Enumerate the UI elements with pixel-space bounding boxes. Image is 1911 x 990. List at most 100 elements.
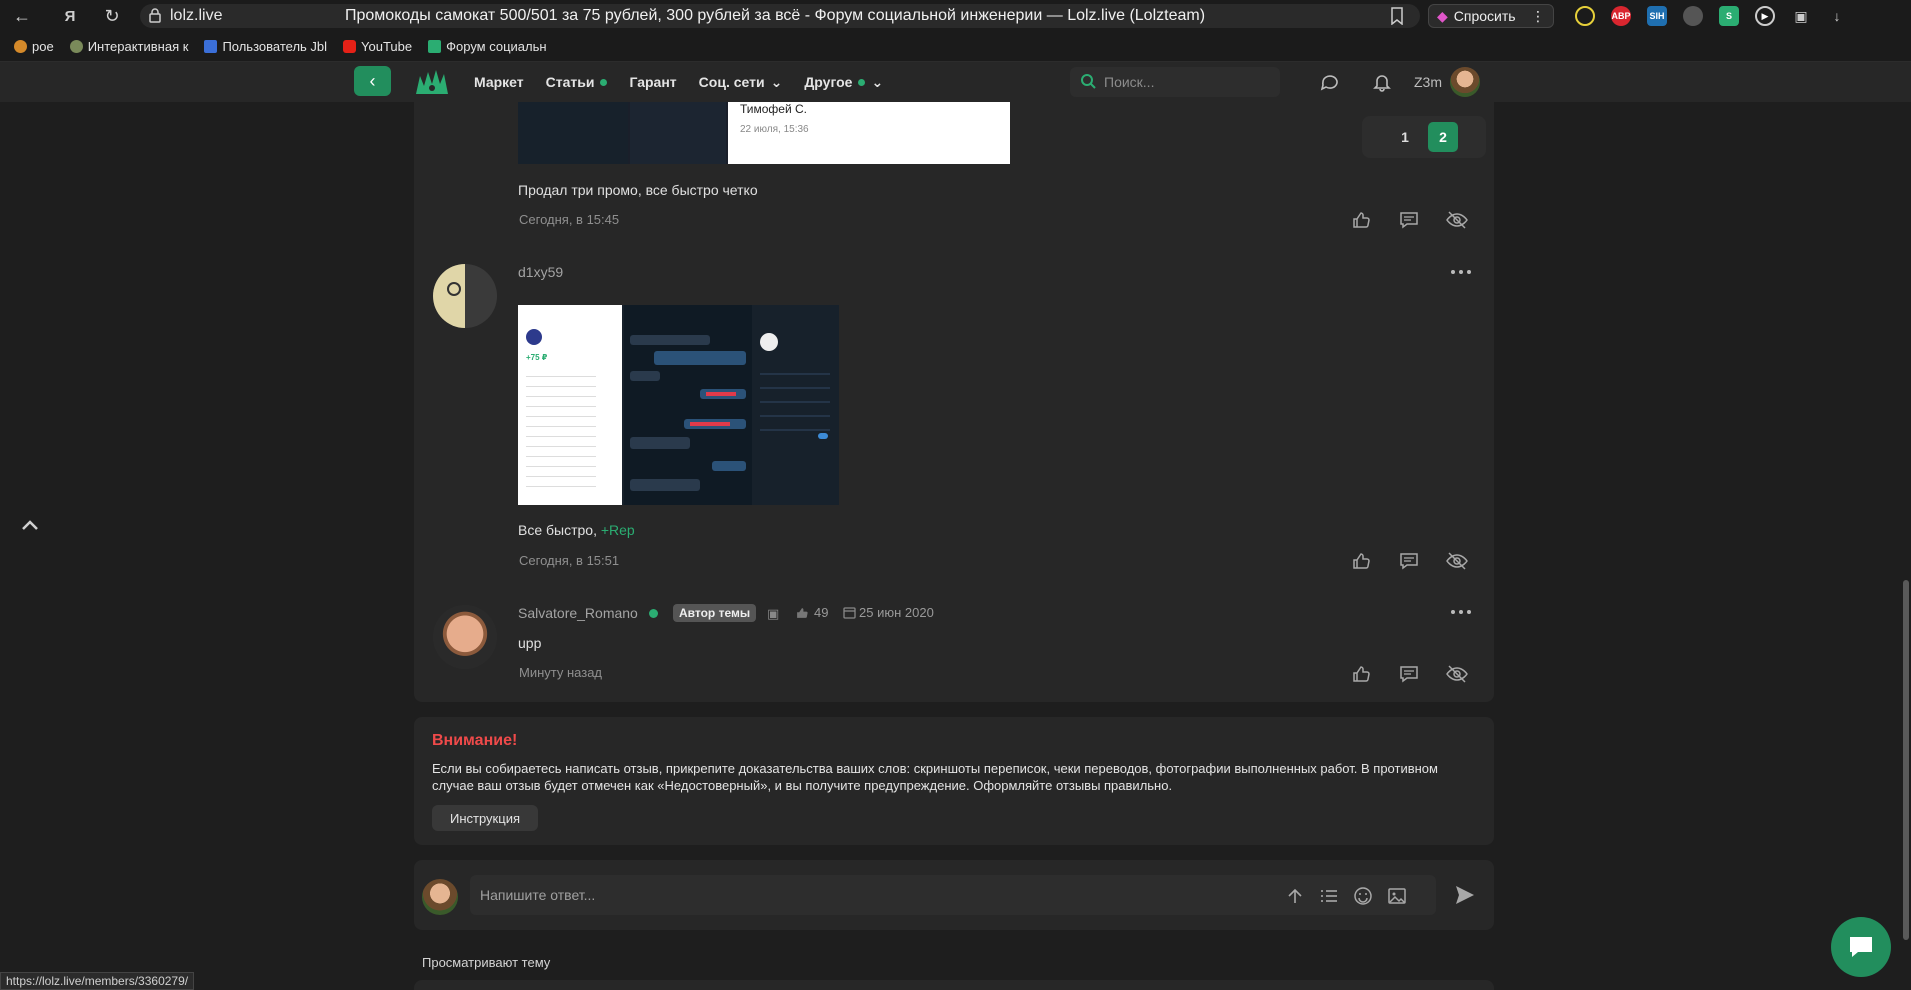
bookmark-interactive[interactable]: Интерактивная к: [69, 39, 189, 54]
address-bar[interactable]: lolz.live Промокоды самокат 500/501 за 7…: [140, 4, 1420, 28]
like-icon[interactable]: [1349, 549, 1373, 573]
avatar[interactable]: [1450, 67, 1480, 97]
lolz-logo[interactable]: [414, 68, 450, 96]
rep-link[interactable]: +Rep: [601, 522, 635, 538]
steam-icon[interactable]: [1683, 6, 1703, 26]
hide-icon[interactable]: [1445, 662, 1469, 686]
search-input[interactable]: Поиск...: [1070, 67, 1280, 97]
page-1-button[interactable]: 1: [1390, 122, 1420, 152]
reload-icon[interactable]: ↻: [96, 0, 128, 32]
chat-bubble: [654, 351, 746, 365]
image-caption-name: Тимофей С.: [740, 102, 808, 116]
bookmarks-bar: poe Интерактивная к Пользователь Jbl You…: [0, 32, 1911, 62]
post-date[interactable]: Сегодня, в 15:45: [519, 212, 619, 227]
bookmark-label: poe: [32, 39, 54, 54]
attention-text: Если вы собираетесь написать отзыв, прик…: [432, 761, 1438, 793]
post-attachment-image[interactable]: Тимофей С. 22 июля, 15:36: [518, 102, 1010, 164]
send-icon[interactable]: [1454, 884, 1478, 908]
smiley-icon[interactable]: [1352, 885, 1374, 907]
scroll-top-icon[interactable]: [20, 518, 40, 538]
instruction-button[interactable]: Инструкция: [432, 805, 538, 831]
chat-bubble: [630, 371, 660, 381]
payment-screenshot: +75 ₽: [518, 305, 622, 505]
post-username[interactable]: d1xy59: [518, 264, 563, 280]
quote-icon[interactable]: [1397, 549, 1421, 573]
chat-screenshot-mid: [630, 102, 726, 164]
redaction-mark: [706, 392, 736, 396]
sih-icon[interactable]: SIH: [1647, 6, 1667, 26]
like-icon[interactable]: [1349, 662, 1373, 686]
menu-market[interactable]: Маркет: [474, 74, 524, 90]
avatar[interactable]: [433, 264, 497, 328]
payment-details: [526, 367, 596, 487]
post-actions: [1349, 208, 1469, 232]
poe-icon: [14, 40, 27, 53]
bookmark-label: Форум социальн: [446, 39, 547, 54]
bookmark-poe[interactable]: poe: [14, 39, 54, 54]
user-info-panel: [754, 305, 839, 505]
online-indicator: [649, 609, 658, 618]
chat-bubble: [712, 461, 746, 471]
id-card-icon: ▣: [767, 606, 780, 621]
search-placeholder: Поиск...: [1104, 74, 1155, 90]
hide-icon[interactable]: [1445, 549, 1469, 573]
quote-icon[interactable]: [1397, 662, 1421, 686]
list-icon[interactable]: [1318, 885, 1340, 907]
page-2-button[interactable]: 2: [1428, 122, 1458, 152]
ask-ai-button[interactable]: ◆ Спросить ⋮: [1428, 4, 1554, 28]
avatar-face: [447, 282, 461, 296]
kebab-icon[interactable]: ⋮: [1531, 8, 1545, 25]
menu-articles[interactable]: Статьи: [546, 74, 608, 90]
bookmark-label: Интерактивная к: [87, 39, 189, 54]
quote-icon[interactable]: [1397, 208, 1421, 232]
browser-toolbar: ← Я ↻ lolz.live Промокоды самокат 500/50…: [0, 0, 1911, 32]
chat-screenshot-white: Тимофей С. 22 июля, 15:36: [728, 102, 1010, 164]
menu-other[interactable]: Другое ⌄: [804, 74, 883, 91]
like-icon[interactable]: [1349, 208, 1373, 232]
extension-green-icon[interactable]: S: [1719, 6, 1739, 26]
reply-input[interactable]: Напишите ответ...: [470, 875, 1436, 915]
arrow-up-icon[interactable]: [1284, 885, 1306, 907]
back-icon[interactable]: ←: [6, 0, 38, 32]
chat-icon: [1850, 937, 1872, 957]
chevron-down-icon: ⌄: [770, 73, 783, 90]
more-options-icon[interactable]: [1451, 267, 1475, 277]
menu-social[interactable]: Соц. сети ⌄: [699, 74, 783, 91]
bookmark-youtube[interactable]: YouTube: [343, 39, 412, 54]
post-username[interactable]: Salvatore_Romano: [518, 605, 638, 621]
image-icon[interactable]: [1386, 885, 1408, 907]
menu-garant[interactable]: Гарант: [629, 74, 676, 90]
bookmark-forum[interactable]: Форум социальн: [428, 39, 547, 54]
post-text-body: Все быстро,: [518, 522, 597, 538]
post-text: Продал три промо, все быстро четко: [518, 182, 758, 198]
payment-icon: [526, 329, 542, 345]
adblock-icon[interactable]: ABP: [1611, 6, 1631, 26]
chat-button[interactable]: [1831, 917, 1891, 977]
more-options-icon[interactable]: [1451, 607, 1475, 617]
bell-icon[interactable]: [1370, 70, 1394, 94]
search-icon: [1080, 73, 1096, 92]
puzzle-icon[interactable]: ▣: [1791, 6, 1811, 26]
username[interactable]: Z3m: [1414, 74, 1442, 90]
post-attachment-image[interactable]: +75 ₽: [518, 305, 839, 505]
extension-icon[interactable]: [1575, 6, 1595, 26]
media-icon[interactable]: ▶: [1755, 6, 1775, 26]
redaction-mark: [690, 422, 730, 426]
post-text: Все быстро, +Rep: [518, 522, 635, 538]
yandex-icon[interactable]: Я: [54, 0, 86, 32]
back-button[interactable]: ‹: [354, 66, 391, 96]
globe-icon: [69, 40, 83, 53]
bookmark-icon[interactable]: [1390, 7, 1404, 30]
scrollbar[interactable]: [1903, 580, 1909, 940]
post-date[interactable]: Сегодня, в 15:51: [519, 553, 619, 568]
bookmark-user[interactable]: Пользователь Jbl: [204, 39, 327, 54]
avatar[interactable]: [433, 605, 497, 669]
info-lines: [760, 361, 830, 441]
status-url: https://lolz.live/members/3360279/: [0, 972, 195, 990]
download-icon[interactable]: ↓: [1827, 6, 1847, 26]
hide-icon[interactable]: [1445, 208, 1469, 232]
like-count-icon: [795, 606, 809, 625]
post-date[interactable]: Минуту назад: [519, 665, 602, 680]
extensions: ABP SIH S ▶ ▣ ↓: [1575, 6, 1847, 26]
messages-icon[interactable]: [1318, 70, 1342, 94]
